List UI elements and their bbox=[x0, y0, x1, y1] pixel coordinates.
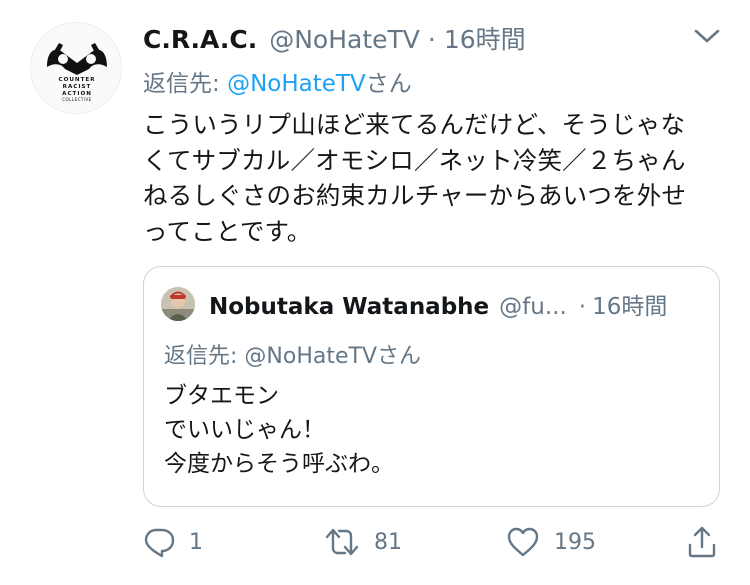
reply-mention-link[interactable]: @NoHateTV bbox=[227, 71, 366, 97]
quoted-text: ブタエモン でいいじゃん！ 今度からそう呼ぶわ。 bbox=[164, 383, 394, 477]
like-count: 195 bbox=[554, 529, 596, 555]
avatar[interactable]: COUNTER RACIST ACTION COLLECTIVE bbox=[30, 22, 122, 114]
crac-logo-icon: COUNTER RACIST ACTION COLLECTIVE bbox=[47, 43, 107, 102]
chevron-down-icon[interactable] bbox=[692, 24, 722, 48]
share-icon bbox=[687, 525, 717, 559]
quoted-separator-dot: · bbox=[578, 294, 587, 320]
quoted-avatar[interactable] bbox=[161, 287, 195, 321]
avatar-text-2: RACIST bbox=[63, 84, 92, 90]
reply-icon bbox=[143, 526, 175, 558]
reply-count: 1 bbox=[189, 529, 203, 555]
replying-to: 返信先: @NoHateTVさん bbox=[143, 64, 412, 98]
timestamp[interactable]: 16時間 bbox=[444, 20, 526, 56]
like-button[interactable]: 195 bbox=[506, 522, 596, 562]
retweet-button[interactable]: 81 bbox=[324, 522, 402, 562]
quoted-handle: @fu... bbox=[499, 294, 567, 320]
replying-to-suffix: さん bbox=[365, 71, 412, 97]
quoted-tweet[interactable]: Nobutaka Watanabhe @fu... · 16時間 返信先: @N… bbox=[143, 266, 720, 507]
share-button[interactable] bbox=[687, 522, 717, 562]
tweet-text: こういうリプ山ほど来てるんだけど、そうじゃな くてサブカル／オモシロ／ネット冷笑… bbox=[143, 110, 687, 246]
heart-icon bbox=[506, 526, 540, 558]
quoted-display-name: Nobutaka Watanabhe bbox=[209, 294, 490, 320]
tweet[interactable]: COUNTER RACIST ACTION COLLECTIVE C.R.A.C… bbox=[0, 0, 750, 585]
avatar-text-1: COUNTER bbox=[58, 77, 95, 83]
display-name[interactable]: C.R.A.C. bbox=[143, 25, 257, 54]
tweet-header: C.R.A.C. @NoHateTV · 16時間 bbox=[143, 20, 680, 54]
reply-button[interactable]: 1 bbox=[143, 522, 203, 562]
quoted-timestamp: 16時間 bbox=[592, 294, 668, 320]
handle[interactable]: @NoHateTV bbox=[269, 25, 420, 54]
replying-to-prefix: 返信先: bbox=[143, 71, 228, 97]
separator-dot: · bbox=[427, 25, 436, 54]
quoted-header: Nobutaka Watanabhe @fu... · 16時間 bbox=[209, 287, 699, 321]
retweet-count: 81 bbox=[374, 529, 402, 555]
avatar-text-4: COLLECTIVE bbox=[62, 97, 92, 102]
retweet-icon bbox=[324, 526, 360, 558]
quoted-replying-to: 返信先: @NoHateTVさん bbox=[164, 344, 421, 369]
action-bar: 1 81 195 bbox=[143, 522, 723, 562]
